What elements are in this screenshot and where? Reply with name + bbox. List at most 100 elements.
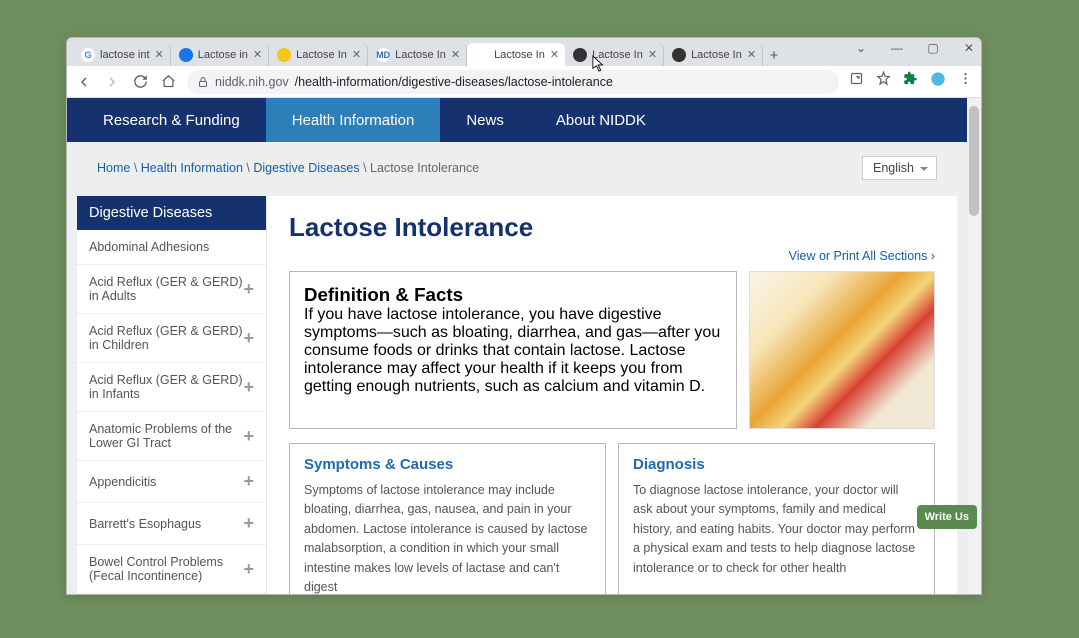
sidebar-item[interactable]: Acid Reflux (GER & GERD) in Children+ xyxy=(77,314,266,363)
menu-icon[interactable] xyxy=(958,71,973,92)
tab-close-icon[interactable]: ✕ xyxy=(550,48,559,61)
tab-favicon xyxy=(277,48,291,62)
symptoms-heading[interactable]: Symptoms & Causes xyxy=(304,456,591,473)
sidebar-item[interactable]: Acid Reflux (GER & GERD) in Infants+ xyxy=(77,363,266,412)
print-all-link[interactable]: View or Print All Sections xyxy=(289,249,935,263)
page-title: Lactose Intolerance xyxy=(289,212,935,243)
browser-tab[interactable]: Lactose in✕ xyxy=(171,43,269,66)
expand-icon[interactable]: + xyxy=(243,471,254,492)
tab-favicon xyxy=(573,48,587,62)
tab-strip: Glactose int✕Lactose in✕Lactose In✕MDLac… xyxy=(73,43,763,66)
main-body: Lactose Intolerance View or Print All Se… xyxy=(267,196,957,594)
diagnosis-heading[interactable]: Diagnosis xyxy=(633,456,920,473)
sidebar-item-label: Acid Reflux (GER & GERD) in Children xyxy=(89,324,243,352)
tab-label: lactose int xyxy=(100,49,150,61)
breadcrumb-link[interactable]: Home xyxy=(97,161,130,175)
viewport: Research & FundingHealth InformationNews… xyxy=(67,98,981,594)
nav-item[interactable]: Health Information xyxy=(266,98,441,142)
tab-favicon xyxy=(475,48,489,62)
window-controls: ⌄ — ▢ ✕ xyxy=(853,41,977,55)
browser-tab[interactable]: MD Lactose In ✕ xyxy=(368,43,467,66)
browser-tab[interactable]: Lactose In ✕ xyxy=(664,43,763,66)
browser-tab[interactable]: Lactose In ✕ xyxy=(467,43,565,66)
sidebar-title: Digestive Diseases xyxy=(77,196,266,230)
diagnosis-body: To diagnose lactose intolerance, your do… xyxy=(633,481,920,578)
tab-close-icon[interactable]: ✕ xyxy=(747,48,756,61)
symptoms-card: Symptoms & Causes Symptoms of lactose in… xyxy=(289,443,606,594)
tab-close-icon[interactable]: ✕ xyxy=(352,48,361,61)
sidebar-item-label: Acid Reflux (GER & GERD) in Infants xyxy=(89,373,243,401)
expand-icon[interactable]: + xyxy=(243,328,254,349)
sidebar-item[interactable]: Anatomic Problems of the Lower GI Tract+ xyxy=(77,412,266,461)
nav-item[interactable]: About NIDDK xyxy=(530,98,672,142)
tab-label: Lactose In xyxy=(395,49,446,61)
nav-reload-button[interactable] xyxy=(131,73,149,91)
breadcrumb-link[interactable]: Health Information xyxy=(141,161,243,175)
omnibox[interactable]: niddk.nih.gov/health-information/digesti… xyxy=(187,70,839,94)
sidebar-item-label: Bowel Control Problems (Fecal Incontinen… xyxy=(89,555,243,583)
browser-tab[interactable]: Lactose In ✕ xyxy=(269,43,368,66)
window-minimize-button[interactable]: — xyxy=(889,41,905,55)
expand-icon[interactable]: + xyxy=(243,513,254,534)
tab-close-icon[interactable]: ✕ xyxy=(155,48,164,61)
browser-tab[interactable]: Glactose int ✕ xyxy=(73,43,171,66)
scroll-thumb[interactable] xyxy=(969,106,979,216)
toolbar-icons xyxy=(849,71,973,92)
sidebar-item-label: Barrett's Esophagus xyxy=(89,517,201,531)
tab-favicon xyxy=(672,48,686,62)
window-prev-icon[interactable]: ⌄ xyxy=(853,41,869,55)
expand-icon[interactable]: + xyxy=(243,279,254,300)
tab-label: Lactose In xyxy=(691,49,742,61)
address-bar: niddk.nih.gov/health-information/digesti… xyxy=(67,66,981,98)
breadcrumb-current: Lactose Intolerance xyxy=(370,161,479,175)
tab-close-icon[interactable]: ✕ xyxy=(253,48,262,61)
language-select[interactable]: English xyxy=(862,156,937,180)
new-tab-button[interactable]: + xyxy=(763,44,785,66)
window-maximize-button[interactable]: ▢ xyxy=(925,41,941,55)
tab-favicon: MD xyxy=(376,48,390,62)
definition-body: If you have lactose intolerance, you hav… xyxy=(304,306,722,396)
extensions-icon[interactable] xyxy=(903,71,918,92)
symptoms-body: Symptoms of lactose intolerance may incl… xyxy=(304,481,591,594)
lock-icon xyxy=(197,76,209,88)
expand-icon[interactable]: + xyxy=(243,559,254,580)
sidebar-item-label: Appendicitis xyxy=(89,475,156,489)
tab-label: Lactose In xyxy=(296,49,347,61)
share-icon[interactable] xyxy=(849,71,864,92)
primary-nav: Research & FundingHealth InformationNews… xyxy=(67,98,967,142)
expand-icon[interactable]: + xyxy=(243,426,254,447)
expand-icon[interactable]: + xyxy=(243,377,254,398)
tab-close-icon[interactable]: ✕ xyxy=(451,48,460,61)
url-host: niddk.nih.gov xyxy=(215,75,289,89)
write-us-button[interactable]: Write Us xyxy=(917,505,977,529)
sidebar-item[interactable]: Barrett's Esophagus + xyxy=(77,503,266,545)
browser-titlebar: Glactose int✕Lactose in✕Lactose In✕MDLac… xyxy=(67,38,981,66)
tab-favicon: G xyxy=(81,48,95,62)
food-image xyxy=(749,271,935,429)
nav-home-button[interactable] xyxy=(159,73,177,91)
diagnosis-card: Diagnosis To diagnose lactose intoleranc… xyxy=(618,443,935,594)
breadcrumb-link[interactable]: Digestive Diseases xyxy=(253,161,359,175)
sidebar-item[interactable]: Bowel Control Problems (Fecal Incontinen… xyxy=(77,545,266,594)
nav-back-button[interactable] xyxy=(75,73,93,91)
window-close-button[interactable]: ✕ xyxy=(961,41,977,55)
definition-card: Definition & Facts If you have lactose i… xyxy=(289,271,737,429)
browser-tab[interactable]: Lactose In ✕ xyxy=(565,43,664,66)
tab-label: Lactose In xyxy=(592,49,643,61)
sidebar-item-label: Abdominal Adhesions xyxy=(89,240,209,254)
sidebar-item-label: Acid Reflux (GER & GERD) in Adults xyxy=(89,275,243,303)
tab-close-icon[interactable]: ✕ xyxy=(648,48,657,61)
breadcrumb: Home \ Health Information \ Digestive Di… xyxy=(97,161,479,175)
sidebar-item[interactable]: Acid Reflux (GER & GERD) in Adults+ xyxy=(77,265,266,314)
profile-icon[interactable] xyxy=(930,71,946,92)
nav-item[interactable]: News xyxy=(440,98,530,142)
tab-favicon xyxy=(179,48,193,62)
nav-item[interactable]: Research & Funding xyxy=(77,98,266,142)
sidebar-item[interactable]: Appendicitis + xyxy=(77,461,266,503)
sub-header: Home \ Health Information \ Digestive Di… xyxy=(77,142,957,190)
sidebar-item[interactable]: Abdominal Adhesions xyxy=(77,230,266,265)
nav-forward-button[interactable] xyxy=(103,73,121,91)
tab-label: Lactose In xyxy=(494,49,545,61)
definition-heading[interactable]: Definition & Facts xyxy=(304,284,722,306)
bookmark-icon[interactable] xyxy=(876,71,891,92)
